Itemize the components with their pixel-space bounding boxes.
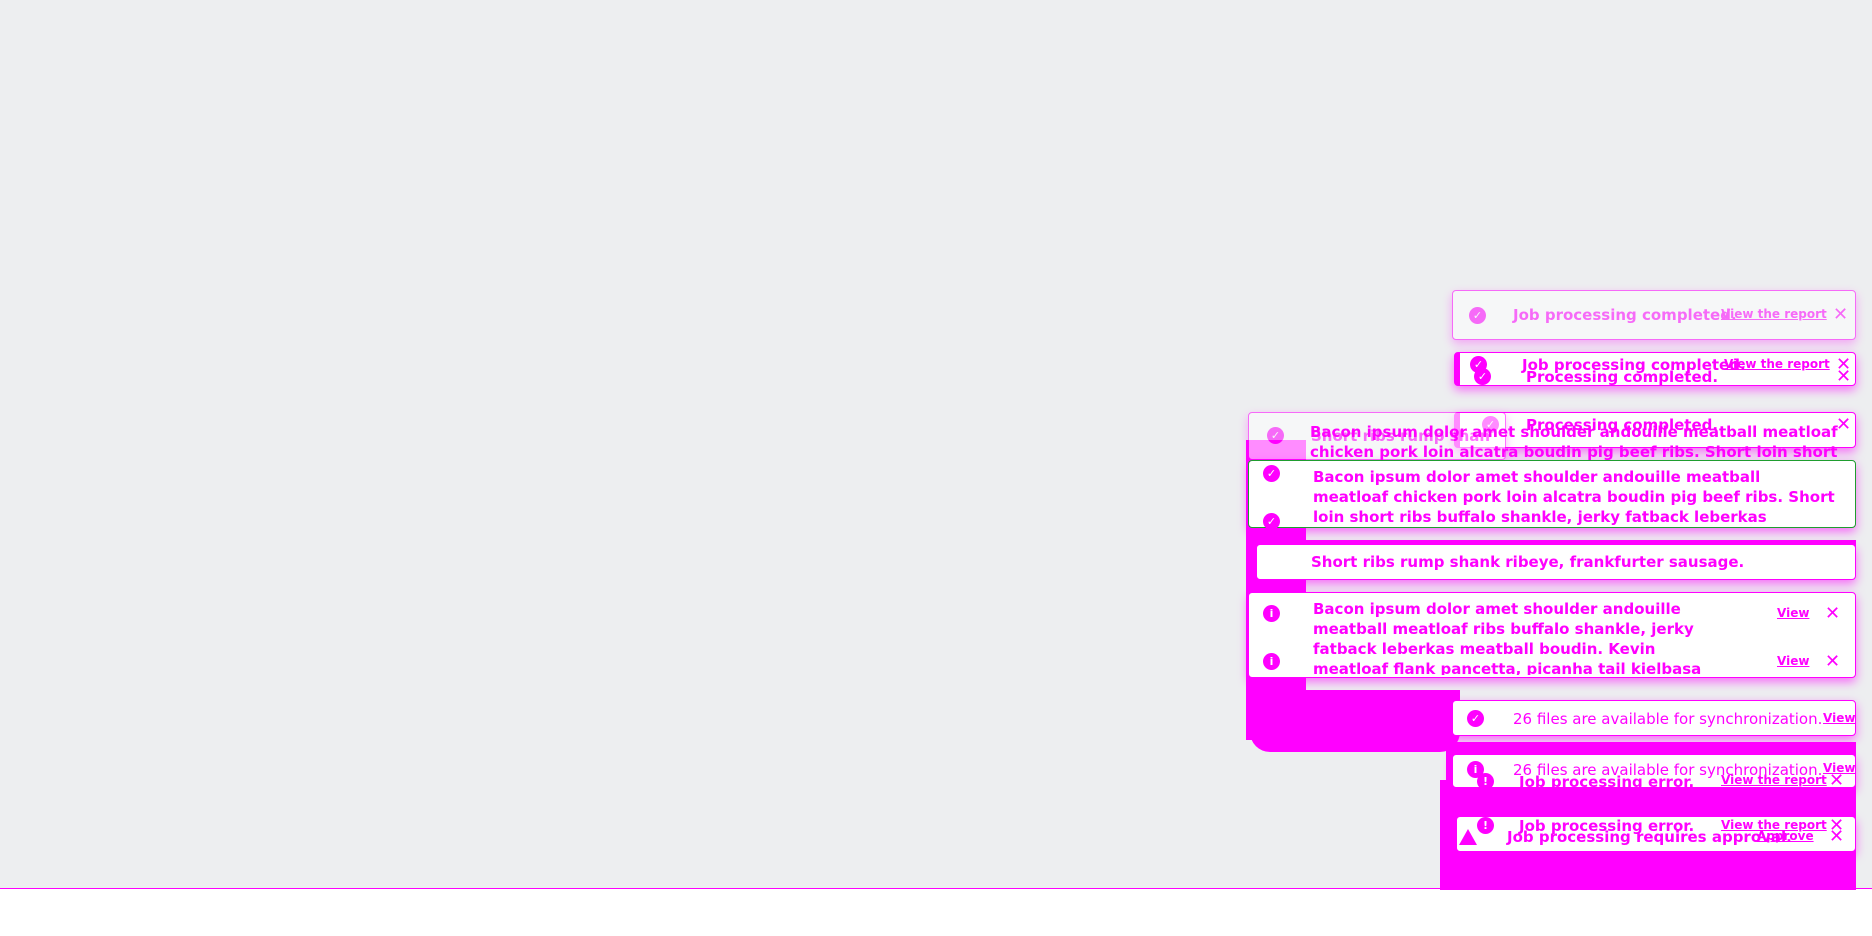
check-circle-icon: ✓ [1467,710,1484,727]
notification-message: Processing completed. [1526,368,1719,386]
notification-success: Short ribs rump shank ribeye, frankfurte… [1256,544,1856,580]
close-icon[interactable]: ✕ [1829,772,1844,790]
view-link[interactable]: View [1777,654,1809,668]
notification-message: Job processing error. [1519,773,1695,791]
notification-message: Short ribs rump shank ribeye, frankfurte… [1311,553,1745,571]
view-link[interactable]: View [1823,711,1855,725]
notification-info: i 26 files are available for synchroniza… [1452,754,1856,791]
check-circle-icon: ✓ [1469,307,1486,324]
notification-success: ✓ Job processing completed. View the rep… [1454,352,1856,386]
notification-message: Bacon ipsum dolor amet shoulder andouill… [1313,600,1702,675]
check-circle-icon: ✓ [1474,368,1491,385]
view-report-link[interactable]: View the report [1721,773,1827,787]
overlap-artifact [1250,690,1460,752]
warning-triangle-icon [1459,829,1477,845]
exclamation-circle-icon: ! [1477,817,1494,834]
close-icon[interactable]: ✕ [1829,828,1844,846]
check-circle-icon: ✓ [1263,465,1280,482]
info-circle-icon: i [1263,653,1280,670]
notification-message: Bacon ipsum dolor amet shoulder andouill… [1313,468,1835,525]
notification-message: Job processing requires approval. [1507,828,1792,846]
close-icon[interactable]: ✕ [1825,605,1840,623]
close-icon[interactable]: ✕ [1836,368,1851,386]
view-link[interactable]: View [1777,606,1809,620]
view-report-link[interactable]: View the report [1724,357,1830,371]
close-icon[interactable]: ✕ [1833,306,1848,324]
close-icon[interactable]: ✕ [1825,653,1840,671]
notification-success: ✓ Job processing completed. View the rep… [1452,290,1856,340]
info-circle-icon: i [1263,605,1280,622]
check-circle-icon: ✓ [1263,513,1280,530]
exclamation-circle-icon: ! [1477,773,1494,790]
notification-message: 26 files are available for synchronizati… [1513,710,1823,728]
view-report-link[interactable]: View the report [1721,307,1827,321]
notification-info: ✓ 26 files are available for synchroniza… [1452,700,1856,736]
notification-error: ! Job processing error. View the report … [1456,816,1856,852]
notification-message: Job processing completed. [1513,306,1737,324]
approve-link[interactable]: Approve [1757,829,1814,843]
notification-info: i Bacon ipsum dolor amet shoulder andoui… [1248,592,1856,678]
notification-success: ✓ Bacon ipsum dolor amet shoulder andoui… [1248,460,1856,530]
